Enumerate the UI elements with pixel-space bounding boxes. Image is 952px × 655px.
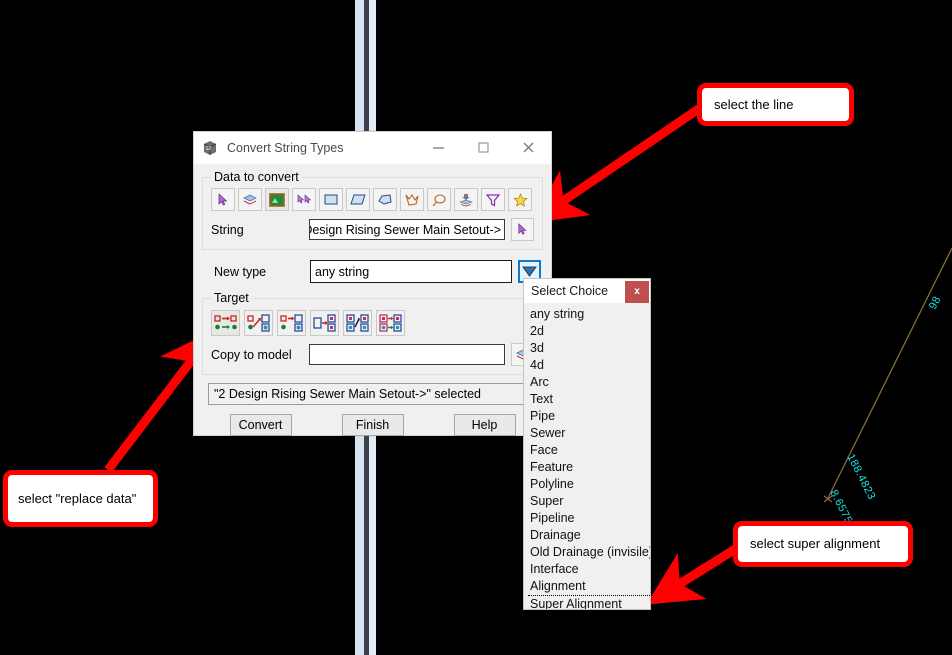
target-options <box>211 310 534 336</box>
select-choice-item[interactable]: Super Alignment <box>528 595 650 609</box>
close-icon[interactable]: x <box>625 280 649 303</box>
select-choice-item[interactable]: Text <box>528 391 650 408</box>
target-copy-data-icon[interactable] <box>277 310 306 336</box>
target-link-data-icon[interactable] <box>310 310 339 336</box>
star-icon[interactable] <box>508 188 532 211</box>
target-replace-data-icon[interactable] <box>211 310 240 336</box>
finish-button[interactable]: Finish <box>341 414 404 436</box>
select-choice-item[interactable]: any string <box>528 306 650 323</box>
select-choice-title: Select Choice <box>531 284 609 298</box>
cube-icon: 12 <box>203 140 217 155</box>
copy-to-model-row: Copy to model <box>211 343 534 366</box>
select-choice-item[interactable]: Interface <box>528 561 650 578</box>
callout-select-super-alignment: select super alignment <box>733 521 913 567</box>
select-choice-item[interactable]: Pipe <box>528 408 650 425</box>
select-choice-item[interactable]: Polyline <box>528 476 650 493</box>
dialog-button-row: Convert Finish Help <box>202 414 543 436</box>
layers-icon[interactable] <box>238 188 262 211</box>
select-choice-item[interactable]: Super <box>528 493 650 510</box>
copy-to-model-label: Copy to model <box>211 347 292 362</box>
dialog-titlebar[interactable]: 12 Convert String Types <box>194 132 551 164</box>
target-group: Target Copy to model <box>202 291 543 375</box>
stack-select-icon[interactable] <box>454 188 478 211</box>
chevron-down-icon <box>522 266 537 277</box>
model-image-icon[interactable] <box>265 188 289 211</box>
rectangle-icon[interactable] <box>319 188 343 211</box>
pick-string-button[interactable] <box>511 218 534 241</box>
dialog-title: Convert String Types <box>227 140 344 155</box>
select-choice-item[interactable]: Face <box>528 442 650 459</box>
help-button[interactable]: Help <box>453 414 516 436</box>
minimize-button[interactable] <box>416 132 461 163</box>
new-type-input[interactable]: any string <box>310 260 512 283</box>
select-choice-item[interactable]: Drainage <box>528 527 650 544</box>
new-type-row: New type any string <box>202 260 543 283</box>
select-choice-titlebar[interactable]: Select Choice x <box>524 279 650 303</box>
new-type-label: New type <box>214 264 267 279</box>
copy-to-model-input[interactable] <box>309 344 505 365</box>
callout-text: select the line <box>714 96 794 112</box>
status-bar: "2 Design Rising Sewer Main Setout->" se… <box>208 383 537 405</box>
string-row: String 2 Design Rising Sewer Main Setout… <box>211 218 534 241</box>
convert-button[interactable]: Convert <box>229 414 292 436</box>
select-choice-list[interactable]: any string 2d 3d 4d Arc Text Pipe Sewer Face Feat… <box>524 303 650 609</box>
window-controls <box>416 132 551 163</box>
callout-select-the-line: select the line <box>697 83 854 126</box>
data-to-convert-group: Data to convert String 2 Design Rising S… <box>202 170 543 250</box>
dialog-body: Data to convert String 2 Design Rising S… <box>194 170 551 436</box>
select-choice-item[interactable]: Sewer <box>528 425 650 442</box>
polygon-icon[interactable] <box>373 188 397 211</box>
target-legend: Target <box>214 291 249 305</box>
select-choice-item[interactable]: Old Drainage (invisile) <box>528 544 650 561</box>
lasso-icon[interactable] <box>427 188 451 211</box>
string-label: String <box>211 222 244 237</box>
target-merge-data-icon[interactable] <box>376 310 405 336</box>
close-button[interactable] <box>506 132 551 163</box>
select-choice-item[interactable]: 4d <box>528 357 650 374</box>
callout-text: select "replace data" <box>18 490 137 506</box>
irregular-shape-icon[interactable] <box>400 188 424 211</box>
target-transfer-data-icon[interactable] <box>343 310 372 336</box>
select-choice-item[interactable]: 2d <box>528 323 650 340</box>
select-choice-item[interactable]: 3d <box>528 340 650 357</box>
callout-text: select super alignment <box>750 536 881 552</box>
select-choice-item[interactable]: Feature <box>528 459 650 476</box>
data-to-convert-legend: Data to convert <box>214 170 299 184</box>
target-move-data-icon[interactable] <box>244 310 273 336</box>
select-choice-popup: Select Choice x any string 2d 3d 4d Arc Text P… <box>523 278 651 610</box>
callout-select-replace-data: select "replace data" <box>3 470 158 527</box>
multi-pick-icon[interactable] <box>292 188 316 211</box>
pick-cursor-icon[interactable] <box>211 188 235 211</box>
svg-text:12: 12 <box>206 146 212 152</box>
maximize-button[interactable] <box>461 132 506 163</box>
select-choice-item[interactable]: Alignment <box>528 578 650 595</box>
string-input[interactable]: 2 Design Rising Sewer Main Setout-> <box>309 219 505 240</box>
select-choice-item[interactable]: Arc <box>528 374 650 391</box>
data-to-convert-toolbar <box>211 188 534 211</box>
select-choice-item[interactable]: Pipeline <box>528 510 650 527</box>
convert-string-types-dialog: 12 Convert String Types Data to convert <box>193 131 552 436</box>
filter-funnel-icon[interactable] <box>481 188 505 211</box>
parallelogram-icon[interactable] <box>346 188 370 211</box>
